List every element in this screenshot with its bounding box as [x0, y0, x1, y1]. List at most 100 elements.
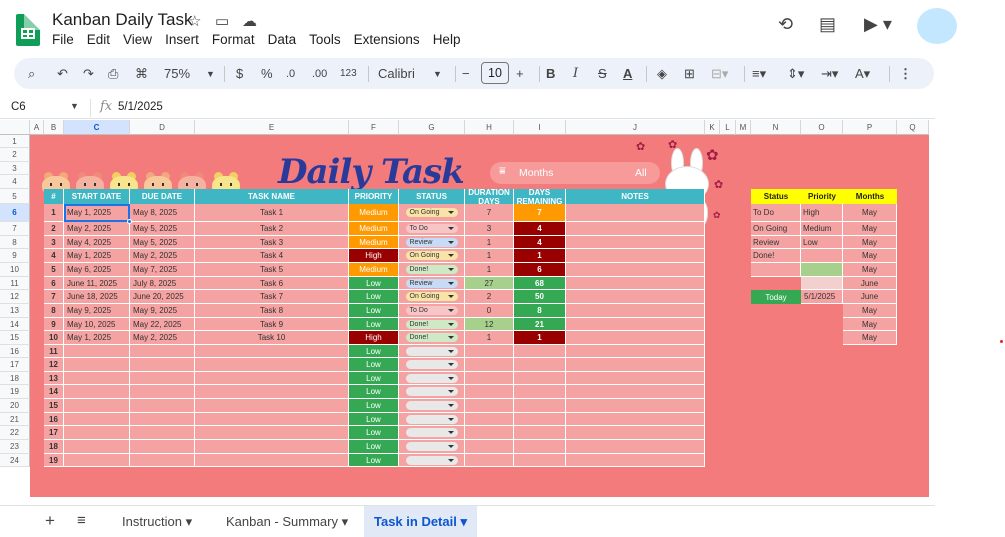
- days-remaining-cell[interactable]: 1: [514, 331, 566, 345]
- start-date-cell[interactable]: May 2, 2025: [64, 222, 130, 236]
- task-name-cell[interactable]: Task 10: [195, 331, 349, 345]
- empty-cell[interactable]: [64, 399, 130, 413]
- status-dropdown[interactable]: [405, 346, 458, 356]
- due-date-cell[interactable]: May 5, 2025: [130, 236, 195, 249]
- column-header[interactable]: L: [720, 120, 736, 135]
- row-number-cell[interactable]: 4: [44, 249, 64, 263]
- row-header[interactable]: 18: [0, 372, 30, 385]
- status-cell[interactable]: On Going: [399, 249, 465, 263]
- column-header[interactable]: F: [349, 120, 399, 135]
- empty-cell[interactable]: [566, 385, 705, 399]
- bold-icon[interactable]: B: [546, 64, 555, 84]
- month-cell[interactable]: May: [843, 318, 897, 331]
- priority-cell[interactable]: Medium: [349, 204, 399, 222]
- task-name-cell[interactable]: Task 8: [195, 304, 349, 318]
- fill-color-icon[interactable]: ◈: [657, 64, 667, 84]
- all-sheets-icon[interactable]: ≡: [77, 512, 86, 529]
- priority-option[interactable]: Medium: [801, 222, 843, 236]
- due-date-cell[interactable]: May 2, 2025: [130, 249, 195, 263]
- month-cell[interactable]: May: [843, 331, 897, 345]
- empty-cell[interactable]: [566, 440, 705, 454]
- row-number-cell[interactable]: 10: [44, 331, 64, 345]
- row-number-cell[interactable]: 16: [44, 413, 64, 426]
- column-header[interactable]: B: [44, 120, 64, 135]
- move-folder-icon[interactable]: ▭: [215, 12, 229, 30]
- days-remaining-cell[interactable]: 8: [514, 304, 566, 318]
- empty-cell[interactable]: [195, 358, 349, 372]
- avatar[interactable]: [917, 8, 957, 44]
- priority-cell[interactable]: High: [349, 249, 399, 263]
- row-header[interactable]: 21: [0, 413, 30, 426]
- empty-cell[interactable]: [399, 413, 465, 426]
- row-number-cell[interactable]: 15: [44, 399, 64, 413]
- row-header[interactable]: 7: [0, 222, 30, 236]
- menu-extensions[interactable]: Extensions: [354, 32, 427, 47]
- more-options-icon[interactable]: ⋮: [899, 64, 912, 84]
- priority-cell[interactable]: Medium: [349, 236, 399, 249]
- empty-cell[interactable]: [130, 426, 195, 440]
- row-number-cell[interactable]: 1: [44, 204, 64, 222]
- meet-icon[interactable]: ▶ ▾: [864, 14, 892, 35]
- row-header[interactable]: 11: [0, 277, 30, 290]
- formula-input[interactable]: 5/1/2025: [118, 101, 163, 113]
- start-date-cell[interactable]: May 10, 2025: [64, 318, 130, 331]
- row-header[interactable]: 22: [0, 426, 30, 440]
- cloud-status-icon[interactable]: ☁: [242, 12, 257, 30]
- empty-cell[interactable]: [514, 372, 566, 385]
- status-option[interactable]: [751, 263, 801, 277]
- status-cell[interactable]: To Do: [399, 222, 465, 236]
- duration-cell[interactable]: 3: [465, 222, 514, 236]
- empty-cell[interactable]: [514, 413, 566, 426]
- priority-option[interactable]: Low: [801, 236, 843, 249]
- priority-cell[interactable]: High: [349, 331, 399, 345]
- row-header[interactable]: 4: [0, 175, 30, 189]
- start-date-cell[interactable]: May 9, 2025: [64, 304, 130, 318]
- empty-cell[interactable]: [465, 345, 514, 358]
- borders-icon[interactable]: ⊞: [684, 64, 695, 84]
- months-filter[interactable]: ⩸ Months All: [490, 162, 660, 184]
- align-left-icon[interactable]: ≡▾: [752, 64, 766, 84]
- row-number-cell[interactable]: 18: [44, 440, 64, 454]
- start-date-cell[interactable]: May 4, 2025: [64, 236, 130, 249]
- empty-cell[interactable]: [130, 385, 195, 399]
- column-header[interactable]: O: [801, 120, 843, 135]
- notes-cell[interactable]: [566, 236, 705, 249]
- status-dropdown[interactable]: [405, 401, 458, 410]
- task-name-cell[interactable]: Task 6: [195, 277, 349, 290]
- row-header[interactable]: 10: [0, 263, 30, 277]
- empty-cell[interactable]: [465, 440, 514, 454]
- empty-cell[interactable]: [399, 372, 465, 385]
- increase-decimal-button[interactable]: .00: [312, 64, 327, 84]
- column-header[interactable]: P: [843, 120, 897, 135]
- empty-cell[interactable]: [399, 454, 465, 467]
- start-date-cell[interactable]: June 11, 2025: [64, 277, 130, 290]
- due-date-cell[interactable]: June 20, 2025: [130, 290, 195, 304]
- empty-cell[interactable]: [130, 345, 195, 358]
- priority-cell[interactable]: Low: [349, 385, 399, 399]
- status-option[interactable]: Review: [751, 236, 801, 249]
- status-option[interactable]: On Going: [751, 222, 801, 236]
- empty-cell[interactable]: [195, 413, 349, 426]
- decrease-decimal-button[interactable]: .0: [286, 64, 295, 84]
- empty-cell[interactable]: [566, 399, 705, 413]
- due-date-cell[interactable]: May 8, 2025: [130, 204, 195, 222]
- status-dropdown[interactable]: [405, 455, 458, 465]
- month-cell[interactable]: May: [843, 304, 897, 318]
- month-cell[interactable]: May: [843, 249, 897, 263]
- days-remaining-cell[interactable]: 68: [514, 277, 566, 290]
- menu-format[interactable]: Format: [212, 32, 262, 47]
- merge-cells-icon[interactable]: ⊟▾: [711, 64, 728, 84]
- row-header[interactable]: 17: [0, 358, 30, 372]
- row-number-cell[interactable]: 3: [44, 236, 64, 249]
- empty-cell[interactable]: [195, 345, 349, 358]
- days-remaining-cell[interactable]: 1: [514, 249, 566, 263]
- task-name-cell[interactable]: Task 7: [195, 290, 349, 304]
- status-cell[interactable]: Done!: [399, 331, 465, 345]
- tab-task-in-detail[interactable]: Task in Detail ▾: [364, 506, 477, 537]
- duration-cell[interactable]: 27: [465, 277, 514, 290]
- row-header[interactable]: 12: [0, 290, 30, 304]
- tab-instruction[interactable]: Instruction ▾: [112, 506, 202, 537]
- month-cell[interactable]: May: [843, 222, 897, 236]
- empty-cell[interactable]: [195, 454, 349, 467]
- month-cell[interactable]: May: [843, 204, 897, 222]
